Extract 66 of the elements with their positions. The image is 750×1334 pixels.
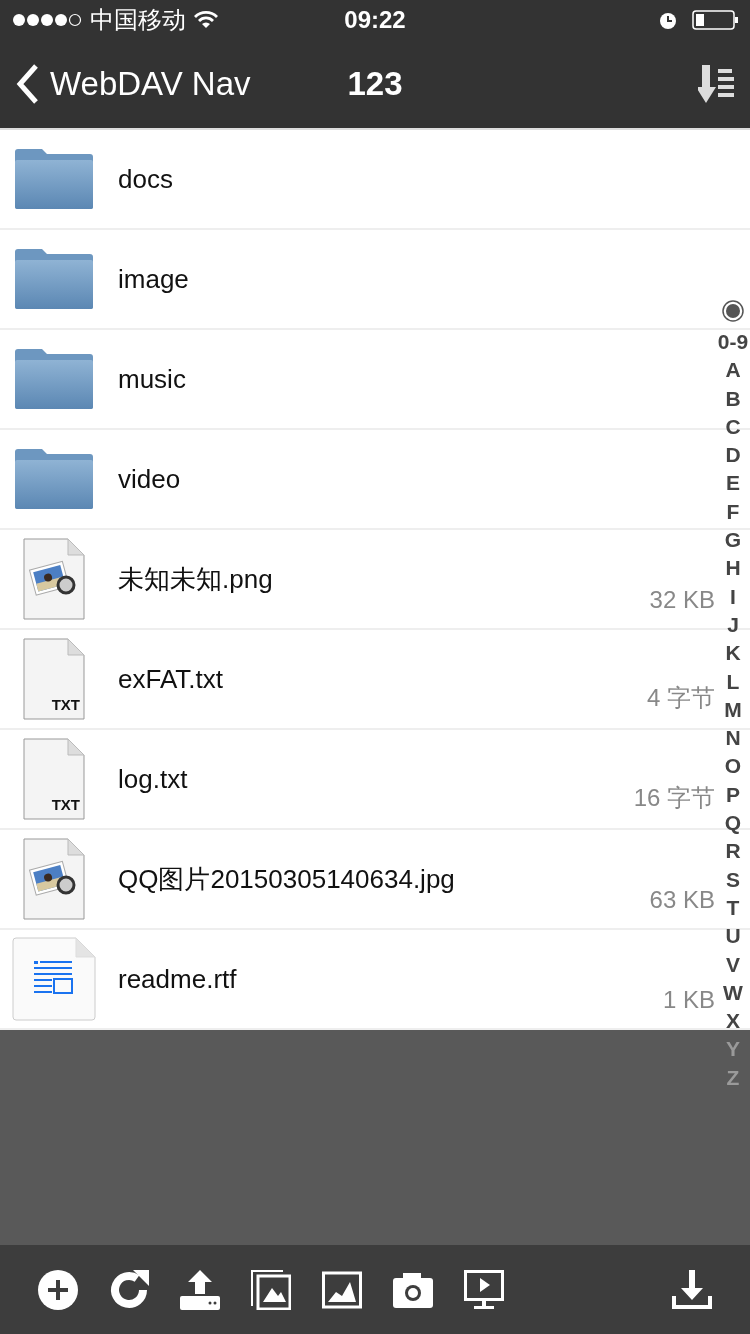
file-size: 16 字节 xyxy=(633,783,715,813)
index-letter[interactable]: V xyxy=(726,950,740,979)
index-letter[interactable]: J xyxy=(727,610,739,640)
refresh-icon[interactable] xyxy=(109,1269,149,1310)
clock-time: 09:22 xyxy=(344,6,406,34)
file-name: readme.rtf xyxy=(118,963,237,995)
index-letter[interactable]: M xyxy=(724,695,742,725)
monitor-play-icon[interactable] xyxy=(464,1269,504,1310)
add-icon[interactable] xyxy=(38,1269,78,1310)
image-file-icon xyxy=(22,537,86,621)
index-letter[interactable]: H xyxy=(725,554,741,583)
index-letter[interactable]: E xyxy=(726,469,740,498)
index-letter[interactable]: D xyxy=(725,441,741,470)
index-letter[interactable]: K xyxy=(725,639,741,668)
carrier-name: 中国移动 xyxy=(90,5,186,35)
signal-icon xyxy=(12,12,82,28)
folder-icon xyxy=(14,348,94,410)
index-letter[interactable]: T xyxy=(726,893,740,923)
index-letter[interactable]: O xyxy=(724,752,742,781)
download-icon[interactable] xyxy=(672,1269,712,1310)
file-name: docs xyxy=(118,163,173,195)
file-name: QQ图片20150305140634.jpg xyxy=(118,862,455,896)
folder-icon xyxy=(14,448,94,510)
file-name: exFAT.txt xyxy=(118,663,223,695)
file-name: video xyxy=(118,463,181,495)
index-letter[interactable]: F xyxy=(726,497,740,527)
index-letter[interactable]: C xyxy=(725,412,741,442)
photo-stack-icon[interactable] xyxy=(251,1269,291,1310)
battery-icon xyxy=(692,10,738,30)
sort-icon[interactable] xyxy=(698,65,736,103)
file-size: 4 字节 xyxy=(647,683,715,713)
file-size: 63 KB xyxy=(649,886,715,914)
index-letter[interactable]: P xyxy=(726,780,740,810)
file-name: image xyxy=(118,263,189,295)
index-letter[interactable]: G xyxy=(724,526,742,555)
index-letter[interactable]: X xyxy=(726,1007,740,1036)
file-size: 1 KB xyxy=(662,986,715,1014)
document-icon xyxy=(12,937,96,1021)
folder-icon xyxy=(14,148,94,210)
back-icon xyxy=(16,63,40,105)
text-file-icon: TXT xyxy=(22,637,86,721)
file-name: log.txt xyxy=(118,763,188,795)
file-size: 32 KB xyxy=(649,586,715,614)
back-button[interactable]: WebDAV Nav xyxy=(16,63,251,105)
wifi-icon xyxy=(194,11,218,29)
file-name: 未知未知.png xyxy=(118,562,273,596)
index-letter[interactable]: L xyxy=(726,667,740,696)
alarm-icon xyxy=(658,10,678,30)
index-letter[interactable]: N xyxy=(725,724,741,753)
index-letter[interactable]: Q xyxy=(724,809,742,838)
folder-icon xyxy=(14,248,94,310)
image-file-icon xyxy=(22,837,86,921)
page-title: 123 xyxy=(347,65,403,103)
file-name: music xyxy=(118,363,186,395)
index-letter[interactable]: S xyxy=(726,865,740,894)
index-letter[interactable]: B xyxy=(725,384,741,413)
upload-icon[interactable] xyxy=(180,1269,220,1310)
radio-icon[interactable] xyxy=(722,300,744,322)
index-letter[interactable]: I xyxy=(730,582,736,611)
text-file-icon: TXT xyxy=(22,737,86,821)
index-letter[interactable]: W xyxy=(723,978,743,1008)
index-letter[interactable]: R xyxy=(725,837,741,866)
index-letter[interactable]: U xyxy=(725,922,741,951)
image-icon[interactable] xyxy=(322,1269,362,1310)
index-letter[interactable]: A xyxy=(725,356,741,385)
index-letter[interactable]: 0-9 xyxy=(717,328,749,357)
